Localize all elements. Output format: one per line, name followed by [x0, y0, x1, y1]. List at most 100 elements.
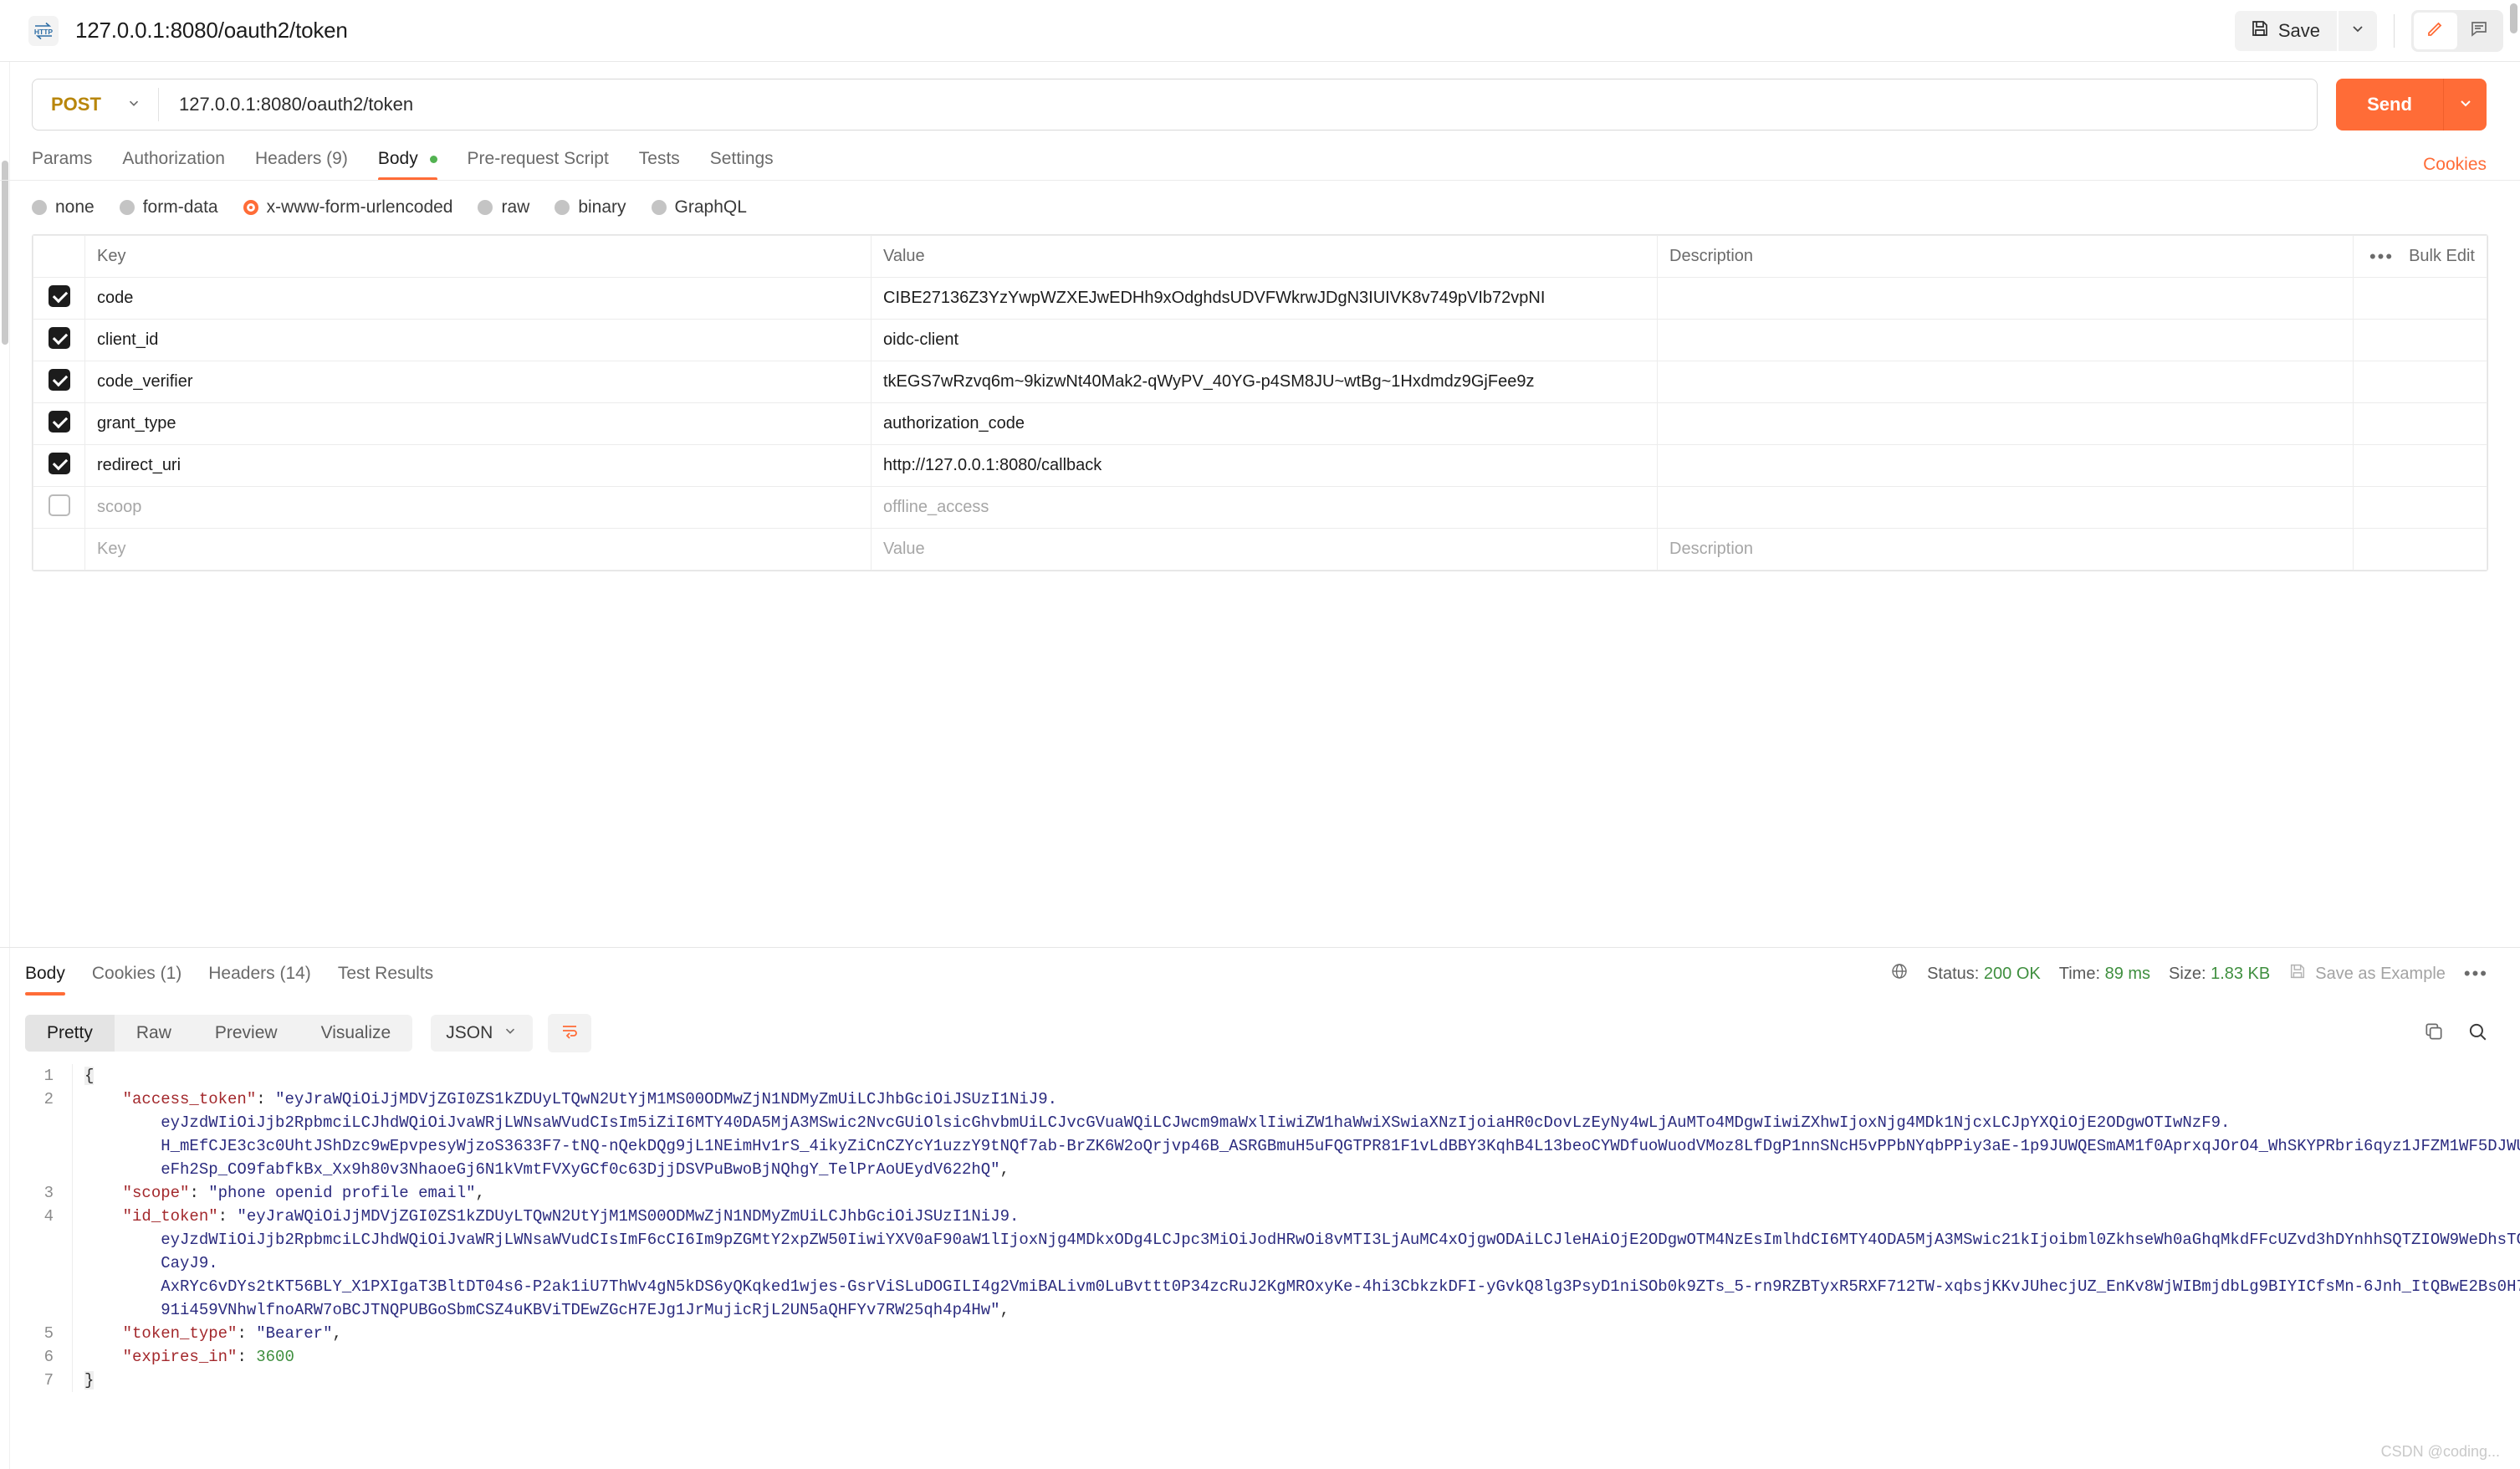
table-row[interactable]: client_id oidc-client [33, 319, 2487, 361]
code-line-content[interactable]: H_mEfCJE3c3c0UhtJShDzc9wEpvpesyWjzoS3633… [72, 1134, 2520, 1158]
wrap-lines-button[interactable] [548, 1014, 592, 1052]
row-checkbox[interactable] [48, 494, 70, 516]
response-panel-divider[interactable] [0, 947, 2520, 948]
row-checkbox-cell [33, 444, 85, 487]
row-value[interactable]: offline_access [871, 486, 1658, 529]
table-row-empty[interactable]: Key Value Description [33, 528, 2487, 571]
code-line-content[interactable]: "access_token": "eyJraWQiOiJjMDVjZGI0ZS1… [72, 1088, 2520, 1111]
row-checkbox[interactable] [48, 452, 70, 474]
view-mode-pretty[interactable]: Pretty [25, 1015, 115, 1052]
body-type-none[interactable]: none [32, 197, 95, 218]
row-value[interactable]: http://127.0.0.1:8080/callback [871, 444, 1658, 487]
tab-authorization[interactable]: Authorization [107, 149, 240, 181]
response-view-actions [2423, 1021, 2488, 1047]
table-row[interactable]: redirect_uri http://127.0.0.1:8080/callb… [33, 444, 2487, 487]
code-line-content[interactable]: } [72, 1369, 2520, 1392]
edit-mode-button[interactable] [2414, 12, 2457, 49]
row-description[interactable] [1657, 444, 2354, 487]
table-row[interactable]: scoop offline_access [33, 486, 2487, 529]
body-type-form-data[interactable]: form-data [119, 197, 218, 218]
table-row[interactable]: code CIBE27136Z3YzYwpWZXEJwEDHh9xOdghdsU… [33, 277, 2487, 320]
tab-params[interactable]: Params [32, 149, 107, 181]
row-value[interactable]: tkEGS7wRzvq6m~9kizwNt40Mak2-qWyPV_40YG-p… [871, 361, 1658, 403]
cookies-link[interactable]: Cookies [2423, 155, 2487, 175]
comments-button[interactable] [2457, 13, 2501, 49]
code-line-content[interactable]: "expires_in": 3600 [72, 1345, 2520, 1369]
row-key-placeholder[interactable]: Key [84, 528, 872, 571]
body-type-binary[interactable]: binary [555, 197, 626, 218]
code-line: 3 "scope": "phone openid profile email", [0, 1181, 2520, 1205]
tab-headers[interactable]: Headers (9) [240, 149, 363, 181]
row-checkbox[interactable] [48, 368, 70, 391]
tab-settings[interactable]: Settings [695, 149, 789, 181]
tab-tests[interactable]: Tests [624, 149, 695, 181]
tab-label: Settings [709, 149, 774, 168]
response-tab-headers[interactable]: Headers (14) [195, 964, 325, 996]
table-row[interactable]: code_verifier tkEGS7wRzvq6m~9kizwNt40Mak… [33, 361, 2487, 403]
row-description[interactable] [1657, 361, 2354, 403]
copy-button[interactable] [2423, 1021, 2445, 1047]
row-description[interactable] [1657, 402, 2354, 445]
view-mode-visualize[interactable]: Visualize [299, 1015, 413, 1052]
row-key[interactable]: scoop [84, 486, 872, 529]
row-key[interactable]: code [84, 277, 872, 320]
response-body-code[interactable]: 1{2 "access_token": "eyJraWQiOiJjMDVjZGI… [0, 1064, 2520, 1442]
code-line-content[interactable]: eFh2Sp_CO9fabfkBx_Xx9h80v3NhaoeGj6N1kVmt… [72, 1158, 2520, 1181]
row-value-placeholder[interactable]: Value [871, 528, 1658, 571]
body-type-graphql[interactable]: GraphQL [651, 197, 747, 218]
response-tab-body[interactable]: Body [25, 964, 79, 996]
send-options-button[interactable] [2443, 79, 2487, 131]
send-button[interactable]: Send [2336, 79, 2443, 131]
table-row[interactable]: grant_type authorization_code [33, 402, 2487, 445]
tab-pre-request-script[interactable]: Pre-request Script [452, 149, 624, 181]
view-mode-raw[interactable]: Raw [115, 1015, 193, 1052]
row-description[interactable] [1657, 277, 2354, 320]
row-key[interactable]: grant_type [84, 402, 872, 445]
row-value[interactable]: authorization_code [871, 402, 1658, 445]
code-line-content[interactable]: 91i459VNhwlfnoARW7oBCJTNQPUBGoSbmCSZ4uKB… [72, 1298, 2520, 1322]
row-actions [2353, 528, 2487, 571]
row-key[interactable]: redirect_uri [84, 444, 872, 487]
save-as-example-button[interactable]: Save as Example [2288, 962, 2446, 985]
left-scrollbar-thumb[interactable] [2, 161, 8, 345]
row-description-placeholder[interactable]: Description [1657, 528, 2354, 571]
search-button[interactable] [2466, 1021, 2488, 1047]
code-line-content[interactable]: CayJ9. [72, 1251, 2520, 1275]
save-options-button[interactable] [2339, 10, 2377, 51]
save-button-label: Save [2277, 19, 2320, 41]
code-line-content[interactable]: "token_type": "Bearer", [72, 1322, 2520, 1345]
row-key[interactable]: code_verifier [84, 361, 872, 403]
url-input[interactable] [159, 93, 2317, 116]
row-checkbox[interactable] [48, 410, 70, 433]
response-view-modes: Pretty Raw Preview Visualize [25, 1015, 413, 1052]
code-line: 5 "token_type": "Bearer", [0, 1322, 2520, 1345]
row-value[interactable]: CIBE27136Z3YzYwpWZXEJwEDHh9xOdghdsUDVFWk… [871, 277, 1658, 320]
code-line: 1{ [0, 1064, 2520, 1088]
body-type-raw[interactable]: raw [478, 197, 529, 218]
row-checkbox[interactable] [48, 326, 70, 349]
response-tab-test-results[interactable]: Test Results [325, 964, 447, 996]
row-value[interactable]: oidc-client [871, 319, 1658, 361]
http-method-selector[interactable]: POST [33, 94, 158, 115]
view-mode-preview[interactable]: Preview [193, 1015, 299, 1052]
code-line-content[interactable]: AxRYc6vDYs2tKT56BLY_X1PXIgaT3BltDT04s6-P… [72, 1275, 2520, 1298]
save-button[interactable]: Save [2234, 10, 2337, 51]
more-options-icon[interactable]: ••• [2369, 246, 2394, 268]
row-description[interactable] [1657, 486, 2354, 529]
response-tab-cookies[interactable]: Cookies (1) [79, 964, 195, 996]
response-format-selector[interactable]: JSON [431, 1015, 534, 1052]
code-line-content[interactable]: eyJzdWIiOiJjb2RpbmciLCJhdWQiOiJvaWRjLWNs… [72, 1228, 2520, 1251]
row-checkbox[interactable] [48, 284, 70, 307]
row-key[interactable]: client_id [84, 319, 872, 361]
body-type-label: binary [578, 197, 626, 217]
tab-body[interactable]: Body [363, 149, 452, 181]
code-line-content[interactable]: { [72, 1064, 2520, 1088]
code-line-content[interactable]: "id_token": "eyJraWQiOiJjMDVjZGI0ZS1kZDU… [72, 1205, 2520, 1228]
response-more-options-icon[interactable]: ••• [2464, 963, 2488, 985]
code-line-content[interactable]: eyJzdWIiOiJjb2RpbmciLCJhdWQiOiJvaWRjLWNs… [72, 1111, 2520, 1134]
body-type-x-www-form-urlencoded[interactable]: x-www-form-urlencoded [243, 197, 452, 218]
vertical-scrollbar-thumb[interactable] [2510, 3, 2517, 33]
bulk-edit-button[interactable]: Bulk Edit [2409, 247, 2475, 266]
code-line-content[interactable]: "scope": "phone openid profile email", [72, 1181, 2520, 1205]
row-description[interactable] [1657, 319, 2354, 361]
